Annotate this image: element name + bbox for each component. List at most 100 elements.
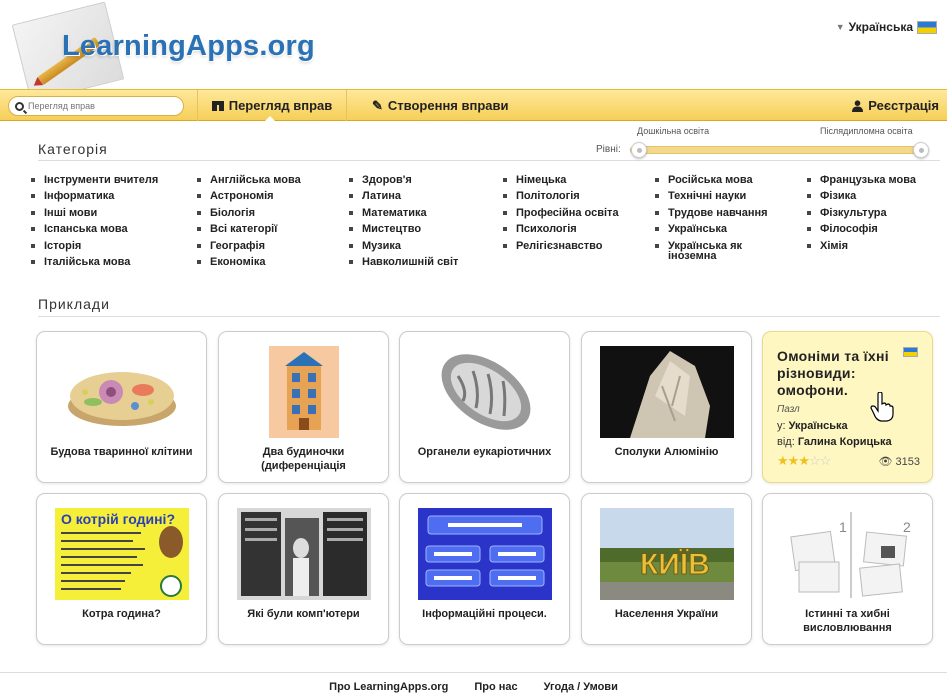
footer-link-about-site[interactable]: Про LearningApps.org xyxy=(329,681,448,693)
category-link[interactable]: Політологія xyxy=(502,188,654,204)
category-link[interactable]: Психологія xyxy=(502,221,654,237)
app-card[interactable]: Органели еукаріотичних xyxy=(399,331,570,483)
category-link[interactable]: Фізика xyxy=(806,188,940,204)
app-language-value: Українська xyxy=(788,420,848,432)
language-label: Українська xyxy=(848,20,913,34)
slider-knob-min[interactable] xyxy=(631,142,647,158)
category-link[interactable]: Трудове навчання xyxy=(654,205,806,221)
star-icon: ★ xyxy=(787,453,800,468)
app-card[interactable]: Будова тваринної клітини xyxy=(36,331,207,483)
app-card-title: Істинні та хибні висловлювання xyxy=(803,608,892,634)
app-card-title: Котра година? xyxy=(82,608,161,620)
footer-link-about-us[interactable]: Про нас xyxy=(474,681,517,693)
nav-create-tab[interactable]: ✎ Створення вправи xyxy=(372,90,509,121)
true-false-image: 1 2 xyxy=(790,512,911,598)
app-card-title: Інформаційні процеси. xyxy=(422,608,547,620)
app-card[interactable]: Інформаційні процеси. xyxy=(399,493,570,645)
category-list: Інструменти вчителя Інформатика Інші мов… xyxy=(30,172,940,270)
category-link[interactable]: Мистецтво xyxy=(348,221,502,237)
category-link[interactable]: Математика xyxy=(348,205,502,221)
app-card-title: Органели еукаріотичних xyxy=(417,446,552,458)
category-link[interactable]: Російська мова xyxy=(654,172,806,188)
category-link[interactable]: Українська як іноземна xyxy=(654,238,766,261)
category-link[interactable]: Латина xyxy=(348,188,502,204)
rock-image xyxy=(600,346,734,438)
app-card[interactable]: О котрій годині? Котра година? xyxy=(36,493,207,645)
ukraine-flag-icon xyxy=(917,20,937,34)
category-link[interactable]: Професійна освіта xyxy=(502,205,654,221)
category-link[interactable]: Фізкультура xyxy=(806,205,940,221)
nav-browse-label: Перегляд вправ xyxy=(228,98,333,113)
divider xyxy=(0,672,947,673)
category-link[interactable]: Історія xyxy=(30,238,196,254)
search-input[interactable] xyxy=(28,101,168,111)
divider xyxy=(38,160,940,161)
quiz-image xyxy=(418,508,552,600)
category-link[interactable]: Технічні науки xyxy=(654,188,806,204)
category-link[interactable]: Інструменти вчителя xyxy=(30,172,196,188)
footer-link-terms[interactable]: Угода / Умови xyxy=(544,681,618,693)
levels-label: Рівні: xyxy=(596,144,621,155)
category-title: Категорія xyxy=(38,141,108,157)
app-card-title: Будова тваринної клітини xyxy=(50,446,193,458)
category-link[interactable]: Релігієзнавство xyxy=(502,238,654,254)
app-language: у: Українська xyxy=(777,420,848,432)
category-link[interactable]: Англійська мова xyxy=(196,172,348,188)
star-icon: ★ xyxy=(777,453,789,468)
nav-browse-tab[interactable]: Перегляд вправ xyxy=(197,90,347,122)
language-selector[interactable]: ▼ Українська xyxy=(836,20,937,34)
nav-bar: Перегляд вправ ✎ Створення вправи Реєстр… xyxy=(0,89,947,122)
category-link[interactable]: Інші мови xyxy=(30,205,196,221)
category-link[interactable]: Німецька xyxy=(502,172,654,188)
grid-icon xyxy=(211,100,224,111)
category-link-label: Українська як іноземна xyxy=(668,239,742,262)
category-link[interactable]: Астрономія xyxy=(196,188,348,204)
level-max-label: Післядипломна освіта xyxy=(820,126,913,136)
category-link[interactable]: Українська xyxy=(654,221,806,237)
app-author: від: Галина Корицька xyxy=(777,436,892,448)
category-column: Французька мова Фізика Фізкультура Філос… xyxy=(806,172,940,270)
star-empty-icon: ☆ xyxy=(808,453,821,468)
search-box[interactable] xyxy=(8,96,184,116)
category-link[interactable]: Французька мова xyxy=(806,172,940,188)
app-card[interactable]: 1 2 Істинні та хибні висловлювання xyxy=(762,493,933,645)
category-column: Німецька Політологія Професійна освіта П… xyxy=(502,172,654,270)
app-card-title: Сполуки Алюмінію xyxy=(614,446,719,458)
logo-text: LearningApps.org xyxy=(62,30,315,62)
app-type: Пазл xyxy=(777,404,800,415)
category-link[interactable]: Навколишній світ xyxy=(348,254,502,270)
clock-poster-image: О котрій годині? xyxy=(55,508,189,600)
search-icon xyxy=(15,101,24,111)
category-link[interactable]: Географія xyxy=(196,238,348,254)
level-slider[interactable] xyxy=(630,142,929,158)
register-link[interactable]: Реєстрація xyxy=(852,90,939,121)
category-link[interactable]: Італійська мова xyxy=(30,254,196,270)
category-link[interactable]: Хімія xyxy=(806,238,940,254)
category-link[interactable]: Всі категорії xyxy=(196,221,348,237)
category-link[interactable]: Економіка xyxy=(196,254,348,270)
app-card-title: Два будиночки (диференціація xyxy=(261,446,346,472)
category-column: Здоров'я Латина Математика Мистецтво Муз… xyxy=(348,172,502,270)
chevron-down-icon: ▼ xyxy=(835,22,845,32)
app-card-highlighted[interactable]: Омоніми та їхні різновиди: омофони. Пазл… xyxy=(762,331,933,483)
app-card[interactable]: Сполуки Алюмінію xyxy=(581,331,752,483)
category-link[interactable]: Інформатика xyxy=(30,188,196,204)
view-count-value: 3153 xyxy=(895,456,920,468)
category-link[interactable]: Здоров'я xyxy=(348,172,502,188)
app-author-value: Галина Корицька xyxy=(797,436,892,448)
app-card[interactable]: КИЇВ Населення України xyxy=(581,493,752,645)
app-card[interactable]: Два будиночки (диференціація xyxy=(218,331,389,483)
app-card-title: Населення України xyxy=(614,608,719,620)
category-link[interactable]: Біологія xyxy=(196,205,348,221)
category-link[interactable]: Філософія xyxy=(806,221,940,237)
category-link[interactable]: Іспанська мова xyxy=(30,221,196,237)
app-card[interactable]: Які були комп'ютери xyxy=(218,493,389,645)
hand-cursor-icon xyxy=(870,392,894,422)
eye-icon: 👁 xyxy=(878,456,893,468)
app-language-prefix: у: xyxy=(777,420,786,432)
nav-create-label: Створення вправи xyxy=(387,98,509,113)
category-link[interactable]: Музика xyxy=(348,238,502,254)
old-computer-image xyxy=(237,508,371,600)
category-column: Англійська мова Астрономія Біологія Всі … xyxy=(196,172,348,270)
slider-knob-max[interactable] xyxy=(913,142,929,158)
